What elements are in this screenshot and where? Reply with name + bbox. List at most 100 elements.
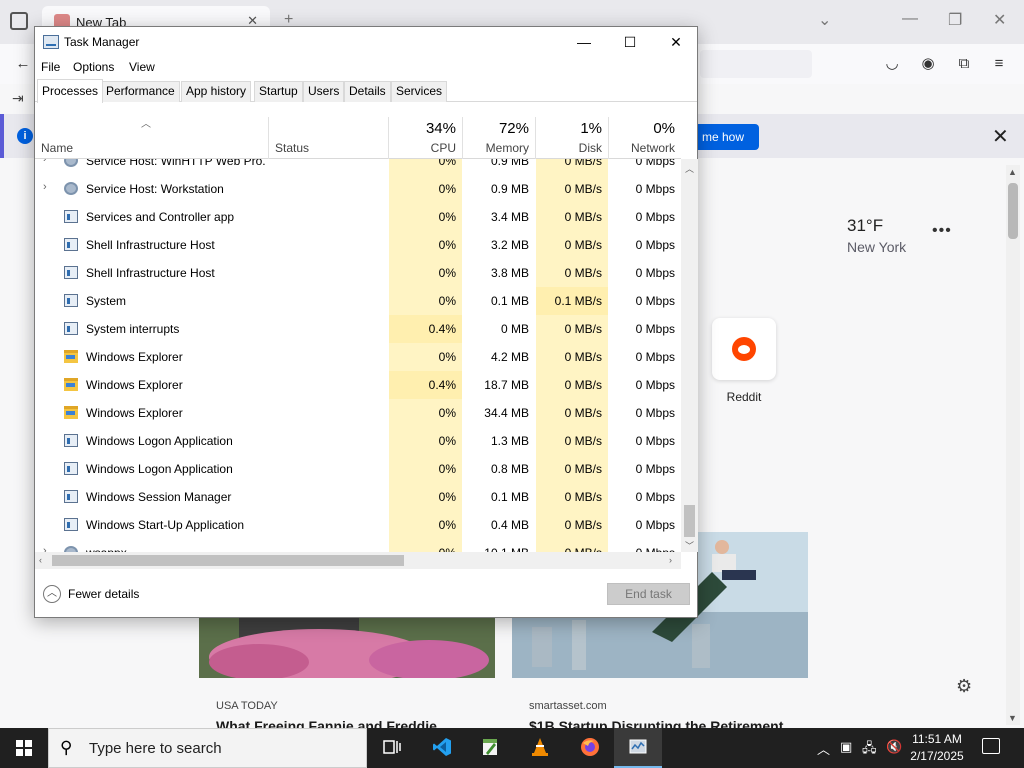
tab-app-history[interactable]: App history xyxy=(181,81,252,102)
clock-date: 2/17/2025 xyxy=(910,749,964,763)
system-clock[interactable]: 11:51 AM 2/17/2025 xyxy=(905,731,969,765)
expand-chevron-icon[interactable]: › xyxy=(43,159,47,165)
process-row[interactable]: System 0% 0.1 MB 0.1 MB/s 0 Mbps xyxy=(35,287,681,315)
process-name: Services and Controller app xyxy=(86,210,235,224)
app-tray-icon[interactable]: ▣ xyxy=(840,739,852,755)
notepadqq-button[interactable] xyxy=(466,728,514,768)
end-task-button[interactable]: End task xyxy=(607,583,690,605)
menu-icon[interactable]: ≡ xyxy=(990,55,1008,73)
maximize-button[interactable]: ☐ xyxy=(607,27,653,57)
tab-services[interactable]: Services xyxy=(391,81,448,102)
back-icon[interactable]: ← xyxy=(14,55,32,73)
tab-users[interactable]: Users xyxy=(303,81,345,102)
menu-options[interactable]: Options xyxy=(73,60,114,74)
process-row[interactable]: Shell Infrastructure Host 0% 3.2 MB 0 MB/s 0… xyxy=(35,231,681,259)
tab-list-icon[interactable] xyxy=(10,12,28,30)
tab-details[interactable]: Details xyxy=(344,81,391,102)
show-me-how-button[interactable]: me how xyxy=(694,124,759,150)
volume-muted-icon[interactable]: 🔇 xyxy=(886,739,902,755)
process-cpu: 0% xyxy=(389,231,462,259)
close-browser-icon[interactable]: ✕ xyxy=(993,10,1006,30)
process-row[interactable]: Windows Session Manager 0% 0.1 MB 0 MB/s 0 M… xyxy=(35,483,681,511)
settings-gear-icon[interactable]: ⚙ xyxy=(956,676,972,697)
process-row[interactable]: Shell Infrastructure Host 0% 3.8 MB 0 MB/s 0… xyxy=(35,259,681,287)
column-status[interactable]: Status xyxy=(275,141,309,155)
tab-processes[interactable]: Processes xyxy=(37,79,104,103)
process-row[interactable]: Windows Logon Application 0% 0.8 MB 0 MB/s 0… xyxy=(35,455,681,483)
menu-view[interactable]: View xyxy=(129,60,155,74)
shortcut-reddit[interactable] xyxy=(712,318,776,380)
scroll-left-icon[interactable]: ‹ xyxy=(39,555,42,565)
page-scroll-thumb[interactable] xyxy=(1008,183,1018,239)
tab-performance[interactable]: Performance xyxy=(101,81,180,102)
menu-file[interactable]: File xyxy=(41,60,60,74)
network-icon[interactable]: 🖧 xyxy=(862,739,877,761)
more-options-icon[interactable]: ••• xyxy=(932,222,952,240)
process-network: 0 Mbps xyxy=(635,210,675,224)
task-view-button[interactable] xyxy=(368,728,416,768)
process-row[interactable]: Windows Explorer 0% 4.2 MB 0 MB/s 0 Mbps xyxy=(35,343,681,371)
chevron-up-circle-icon[interactable]: ︿ xyxy=(43,585,61,603)
process-row[interactable]: › Service Host: WinHTTP Web Pro... 0% 0.9 M… xyxy=(35,159,681,175)
expand-chevron-icon[interactable]: › xyxy=(43,181,47,193)
fewer-details-link[interactable]: Fewer details xyxy=(68,587,139,601)
horizontal-scrollbar[interactable]: ‹ › xyxy=(35,552,681,569)
column-disk[interactable]: 1% Disk xyxy=(536,117,608,159)
process-cpu: 0% xyxy=(389,511,462,539)
process-row[interactable]: ›wsappx0%10.1 MB0 MB/s0 Mbps xyxy=(35,539,681,552)
column-memory[interactable]: 72% Memory xyxy=(463,117,535,159)
minimize-button[interactable]: — xyxy=(561,27,607,57)
close-notification-icon[interactable]: ✕ xyxy=(992,124,1009,149)
scroll-right-icon[interactable]: › xyxy=(669,555,672,565)
process-row[interactable]: Windows Explorer 0% 34.4 MB 0 MB/s 0 Mbps xyxy=(35,399,681,427)
tab-strip: Processes Performance App history Startu… xyxy=(35,79,697,103)
tab-startup[interactable]: Startup xyxy=(254,81,303,102)
vertical-scrollbar[interactable]: ︿ ﹀ xyxy=(681,159,698,552)
process-row[interactable]: Services and Controller app 0% 3.4 MB 0 MB/… xyxy=(35,203,681,231)
title-bar[interactable]: Task Manager — ☐ ✕ xyxy=(35,27,697,57)
column-name[interactable]: Name xyxy=(41,141,73,155)
close-button[interactable]: ✕ xyxy=(653,27,699,57)
url-bar[interactable] xyxy=(700,50,812,78)
process-name: Windows Explorer xyxy=(86,350,183,364)
column-network[interactable]: 0% Network xyxy=(609,117,681,159)
process-row[interactable]: Windows Logon Application 0% 1.3 MB 0 MB/s 0… xyxy=(35,427,681,455)
window-title: Task Manager xyxy=(64,35,140,49)
process-memory: 34.4 MB xyxy=(484,406,529,420)
weather-city: New York xyxy=(847,239,907,255)
column-cpu[interactable]: 34% CPU xyxy=(389,117,462,159)
scroll-down-icon[interactable]: ﹀ xyxy=(685,539,694,552)
task-manager-app-icon xyxy=(43,35,59,49)
extensions-icon[interactable]: ⧉ xyxy=(955,55,973,73)
scroll-down-icon[interactable]: ▼ xyxy=(1008,713,1017,723)
process-row[interactable]: Windows Explorer 0.4% 18.7 MB 0 MB/s 0 Mbps xyxy=(35,371,681,399)
process-row[interactable]: Windows Start-Up Application 0% 0.4 MB 0 MB… xyxy=(35,511,681,539)
window-icon xyxy=(64,518,78,531)
scroll-up-icon[interactable]: ︿ xyxy=(685,162,694,175)
process-name: Shell Infrastructure Host xyxy=(86,266,215,280)
list-all-tabs-icon[interactable]: ⌄ xyxy=(818,10,831,30)
vscode-button[interactable] xyxy=(418,728,466,768)
start-button[interactable] xyxy=(0,728,48,768)
show-hidden-icons-icon[interactable]: ︿ xyxy=(817,739,830,758)
process-row[interactable]: System interrupts 0.4% 0 MB 0 MB/s 0 Mbps xyxy=(35,315,681,343)
process-memory: 3.4 MB xyxy=(490,210,529,224)
process-cpu: 0% xyxy=(389,343,462,371)
scroll-up-icon[interactable]: ▲ xyxy=(1008,167,1017,177)
minimize-browser-icon[interactable]: — xyxy=(902,10,918,28)
process-disk: 0 MB/s xyxy=(536,203,608,231)
expand-chevron-icon[interactable]: › xyxy=(43,545,47,552)
notifications-icon[interactable] xyxy=(982,738,1000,754)
account-icon[interactable]: ◉ xyxy=(919,55,937,73)
page-scrollbar[interactable]: ▲ ▼ xyxy=(1006,165,1020,725)
pocket-icon[interactable]: ◡ xyxy=(883,55,901,73)
vlc-button[interactable] xyxy=(516,728,564,768)
taskbar-search[interactable]: ⚲ Type here to search xyxy=(48,728,367,768)
vertical-scroll-thumb[interactable] xyxy=(684,505,695,537)
horizontal-scroll-thumb[interactable] xyxy=(52,555,404,566)
process-row[interactable]: › Service Host: Workstation 0% 0.9 MB 0 MB/s… xyxy=(35,175,681,203)
restore-browser-icon[interactable]: ❐ xyxy=(948,10,962,30)
task-manager-taskbar-button[interactable] xyxy=(614,728,662,768)
firefox-button[interactable] xyxy=(566,728,614,768)
import-icon[interactable]: ⇥ xyxy=(12,90,24,107)
